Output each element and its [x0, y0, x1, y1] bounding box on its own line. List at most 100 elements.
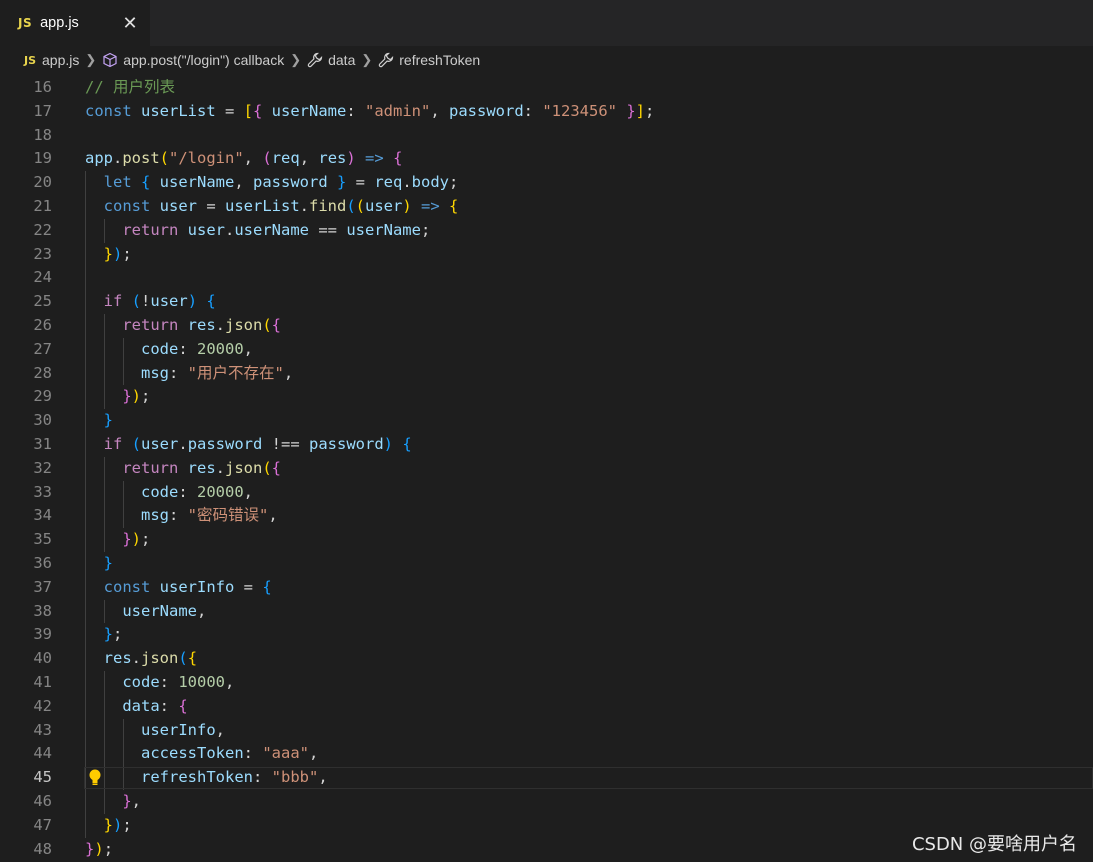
code-token: userList: [141, 101, 216, 120]
code-line[interactable]: 38 userName,: [0, 600, 1093, 624]
line-number: 21: [33, 197, 52, 215]
code-line[interactable]: 46 },: [0, 790, 1093, 814]
code-token: userList: [225, 197, 300, 215]
code-token: ,: [225, 673, 235, 691]
code-token: }: [122, 792, 132, 810]
code-text: });: [85, 385, 150, 409]
code-token: code: [141, 482, 179, 501]
code-token: refreshToken: [141, 768, 253, 787]
code-token: 10000: [178, 673, 225, 691]
code-text: return res.json({: [85, 457, 281, 481]
code-token: :: [159, 696, 179, 715]
code-token: {: [178, 696, 188, 715]
code-token: app: [85, 149, 113, 168]
code-token: data: [122, 696, 160, 715]
code-line[interactable]: 36 }: [0, 552, 1093, 576]
code-token: ): [131, 530, 142, 549]
code-line[interactable]: 45 refreshToken: "bbb",: [0, 766, 1093, 790]
code-line[interactable]: 37 const userInfo = {: [0, 576, 1093, 600]
code-text: });: [85, 528, 150, 552]
code-line[interactable]: 17 const userList = [{ userName: "admin",…: [0, 100, 1093, 124]
code-token: userName: [122, 601, 197, 620]
code-token: ]: [635, 101, 645, 120]
code-token: ): [187, 292, 198, 311]
code-token: }: [327, 173, 347, 192]
code-line[interactable]: 40 res.json({: [0, 647, 1093, 671]
js-file-icon: JS: [24, 53, 37, 67]
code-token: if: [103, 292, 132, 311]
code-line[interactable]: 42 data: {: [0, 695, 1093, 719]
code-text: }: [85, 409, 113, 433]
code-token: return: [122, 220, 188, 239]
code-token: json: [225, 458, 263, 477]
code-token: .: [215, 316, 225, 334]
tab-app-js[interactable]: JS app.js ✕: [0, 0, 150, 46]
code-line[interactable]: 31 if (user.password !== password) {: [0, 433, 1093, 457]
chevron-right-icon: ❯: [361, 52, 373, 67]
code-token: (: [131, 435, 142, 453]
code-text: };: [85, 623, 123, 647]
code-line[interactable]: 41 code: 10000,: [0, 671, 1093, 695]
code-line[interactable]: 27 code: 20000,: [0, 338, 1093, 362]
code-line[interactable]: 33 code: 20000,: [0, 481, 1093, 505]
code-token: (: [262, 149, 272, 168]
code-token: .: [131, 649, 142, 668]
code-text: });: [85, 243, 132, 267]
code-line[interactable]: 21 const user = userList.find((user) => …: [0, 195, 1093, 219]
code-token: =>: [365, 149, 384, 168]
code-editor[interactable]: 16// 用户列表 17 const userList = [{ userName:…: [0, 76, 1093, 862]
code-line[interactable]: 44 accessToken: "aaa",: [0, 742, 1093, 766]
code-text: data: {: [85, 695, 188, 719]
code-text: if (!user) {: [85, 290, 216, 314]
breadcrumb-item-data[interactable]: data: [328, 52, 355, 68]
code-line[interactable]: 18: [0, 124, 1093, 148]
code-line[interactable]: 25 if (!user) {: [0, 290, 1093, 314]
code-line[interactable]: 19 app.post("/login", (req, res) => {: [0, 147, 1093, 171]
code-text: let { userName, password } = req.body;: [85, 171, 459, 195]
code-text: msg: "用户不存在",: [85, 362, 293, 386]
code-line[interactable]: 43 userInfo,: [0, 719, 1093, 743]
code-line[interactable]: 30 }: [0, 409, 1093, 433]
code-token: if: [103, 435, 132, 453]
code-token: userName: [271, 101, 347, 120]
code-token: userInfo: [159, 577, 235, 596]
breadcrumb-item-file[interactable]: app.js: [42, 52, 79, 68]
close-icon[interactable]: ✕: [120, 12, 140, 34]
code-line[interactable]: 34 msg: "密码错误",: [0, 504, 1093, 528]
code-text: if (user.password !== password) {: [85, 433, 412, 457]
code-line[interactable]: 39 };: [0, 623, 1093, 647]
code-line[interactable]: 32 return res.json({: [0, 457, 1093, 481]
code-line[interactable]: 23 });: [0, 243, 1093, 267]
code-line[interactable]: 35 });: [0, 528, 1093, 552]
code-token: !: [141, 292, 151, 311]
code-token: ): [402, 197, 412, 215]
code-token: userName: [346, 220, 421, 239]
code-line[interactable]: 22 return user.userName == userName;: [0, 219, 1093, 243]
code-token: }: [122, 530, 132, 549]
code-token: ==: [308, 220, 347, 239]
line-number: 34: [33, 506, 52, 525]
code-text: msg: "密码错误",: [85, 504, 278, 528]
line-number: 28: [33, 363, 52, 382]
code-text: const user = userList.find((user) => {: [85, 195, 459, 219]
code-line[interactable]: 28 msg: "用户不存在",: [0, 362, 1093, 386]
code-token: req: [271, 149, 300, 168]
code-line[interactable]: 16 // 用户列表: [0, 76, 1093, 100]
code-token: :: [169, 506, 188, 525]
breadcrumb-item-refreshtoken[interactable]: refreshToken: [399, 52, 480, 68]
breadcrumb-item-callback[interactable]: app.post("/login") callback: [123, 52, 284, 68]
code-token: {: [393, 149, 403, 168]
code-line[interactable]: 29 });: [0, 385, 1093, 409]
line-number: 36: [33, 554, 52, 572]
code-line[interactable]: 26 return res.json({: [0, 314, 1093, 338]
code-line[interactable]: 24: [0, 266, 1093, 290]
code-line[interactable]: 20 let { userName, password } = req.body…: [0, 171, 1093, 195]
line-number: 17: [33, 101, 52, 120]
